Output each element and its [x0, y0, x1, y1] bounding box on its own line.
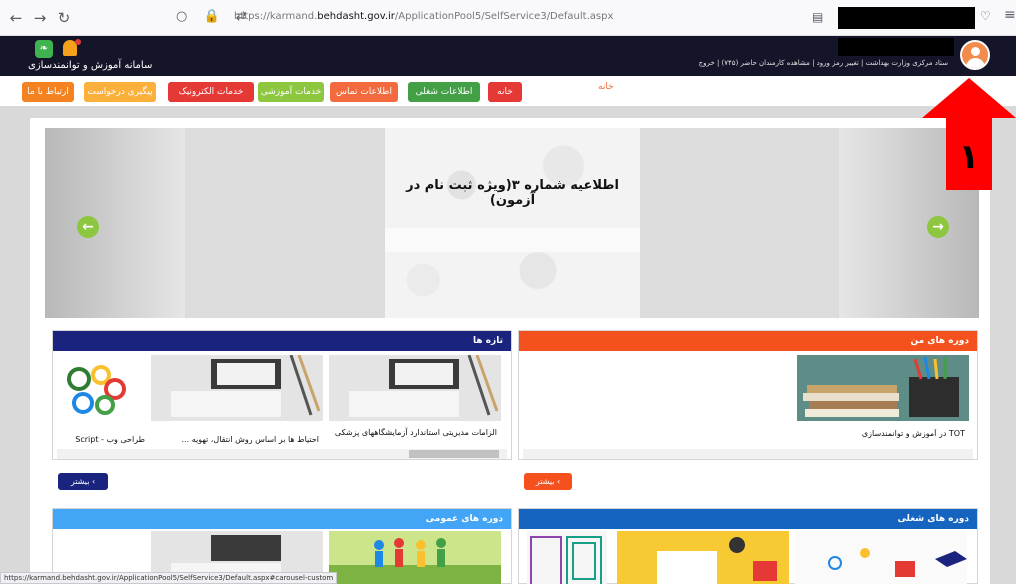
- my-courses-more-label: بیشتر: [535, 477, 555, 486]
- my-courses-panel-header: دوره های من: [519, 331, 977, 351]
- bell-icon[interactable]: [63, 39, 81, 56]
- carousel-prev-slide: [45, 128, 185, 318]
- back-icon[interactable]: ←: [6, 8, 26, 28]
- menu-icon[interactable]: ≡: [1004, 7, 1016, 23]
- laptop-image: [151, 355, 323, 421]
- children-grass-image: [329, 531, 501, 584]
- maze-image: [527, 531, 607, 584]
- my-courses-more-button[interactable]: بیشتر ‹: [524, 473, 572, 490]
- forward-icon[interactable]: →: [30, 8, 50, 28]
- education-icons-image: [795, 531, 967, 584]
- news-scroll-thumb[interactable]: [409, 450, 499, 458]
- gears-image: [67, 365, 126, 415]
- logo-icon[interactable]: ❧: [35, 40, 53, 58]
- laptop-image: [329, 355, 501, 421]
- nav-item-contact-info[interactable]: اطلاعات تماس: [330, 82, 398, 102]
- main-nav: ارتباط با ما پیگیری درخواست خدمات الکترو…: [0, 76, 1016, 106]
- carousel-active-slide[interactable]: اطلاعیه شماره ۳(ویژه ثبت نام در آزمون): [385, 128, 640, 318]
- general-course-2-thumb[interactable]: [329, 531, 501, 584]
- desk-image: [617, 531, 789, 584]
- pocket-icon[interactable]: ♡: [980, 9, 991, 23]
- news-scrollbar[interactable]: [57, 449, 507, 459]
- news-card-3-title[interactable]: طراحی وب - Script: [55, 435, 145, 444]
- news-panel-header: تازه ها: [53, 331, 511, 351]
- general-courses-panel-header: دوره های عمومی: [53, 509, 511, 529]
- news-card-1-title[interactable]: الزامات مدیریتی استاندارد آزمایشگاههای پ…: [329, 427, 497, 449]
- annotation-arrow: ۱: [922, 78, 1016, 190]
- nav-item-home[interactable]: خانه: [488, 82, 522, 102]
- browser-toolbar: ← → ↻ ○ 🔒 ⇄ https://karmand.behdasht.gov…: [0, 0, 1016, 36]
- reload-icon[interactable]: ↻: [54, 8, 74, 28]
- carousel-next-arrow-icon[interactable]: →: [927, 216, 949, 238]
- url-text[interactable]: https://karmand.behdasht.gov.ir/Applicat…: [234, 11, 613, 22]
- job-course-2-thumb[interactable]: [617, 531, 789, 584]
- slide-title: اطلاعیه شماره ۳(ویژه ثبت نام در آزمون): [406, 178, 619, 208]
- nav-item-job-info[interactable]: اطلاعات شغلی: [408, 82, 480, 102]
- nav-item-e-services[interactable]: خدمات الکترونیک: [168, 82, 254, 102]
- news-card-2-thumb[interactable]: [151, 355, 323, 421]
- news-more-label: بیشتر: [70, 477, 90, 486]
- my-courses-panel: دوره های من TOT در آموزش و توانمندسازی: [518, 330, 978, 460]
- gears-icon[interactable]: [61, 361, 131, 421]
- news-panel: تازه ها الزامات مدیریتی استاندارد آزمایش…: [52, 330, 512, 460]
- slide-background: [385, 128, 640, 318]
- job-course-1-thumb[interactable]: [795, 531, 967, 584]
- redacted-username: [838, 38, 954, 56]
- carousel: اطلاعیه شماره ۳(ویژه ثبت نام در آزمون) ←…: [45, 128, 979, 318]
- my-course-1-thumb[interactable]: [797, 355, 969, 421]
- books-image: [797, 355, 969, 421]
- slide-band: [385, 228, 640, 252]
- annotation-number: ۱: [959, 137, 980, 177]
- redacted-area: [838, 7, 975, 29]
- status-url-tooltip: https://karmand.behdasht.gov.ir/Applicat…: [0, 572, 338, 584]
- job-courses-panel-header: دوره های شغلی: [519, 509, 977, 529]
- user-links[interactable]: ستاد مرکزی وزارت بهداشت | تغییر رمز ورود…: [699, 59, 948, 67]
- breadcrumb[interactable]: خانه: [598, 82, 614, 92]
- reader-view-icon[interactable]: ▤: [812, 10, 823, 24]
- my-course-1-title[interactable]: TOT در آموزش و توانمندسازی: [797, 429, 965, 438]
- nav-item-tracking[interactable]: پیگیری درخواست: [84, 82, 156, 102]
- nav-item-education[interactable]: خدمات آموزشی: [258, 82, 324, 102]
- site-title: سامانه آموزش و توانمندسازی: [28, 60, 153, 71]
- nav-item-contact[interactable]: ارتباط با ما: [22, 82, 74, 102]
- avatar[interactable]: [960, 40, 990, 70]
- news-more-button[interactable]: بیشتر ‹: [58, 473, 108, 490]
- carousel-prev-arrow-icon[interactable]: ←: [77, 216, 99, 238]
- job-courses-panel: دوره های شغلی: [518, 508, 978, 584]
- news-card-1-thumb[interactable]: [329, 355, 501, 421]
- job-course-3-thumb[interactable]: [527, 531, 607, 584]
- my-courses-scrollbar[interactable]: [523, 449, 973, 459]
- news-card-2-title[interactable]: احتیاط ها بر اساس روش انتقال، تهویه ...: [151, 435, 319, 444]
